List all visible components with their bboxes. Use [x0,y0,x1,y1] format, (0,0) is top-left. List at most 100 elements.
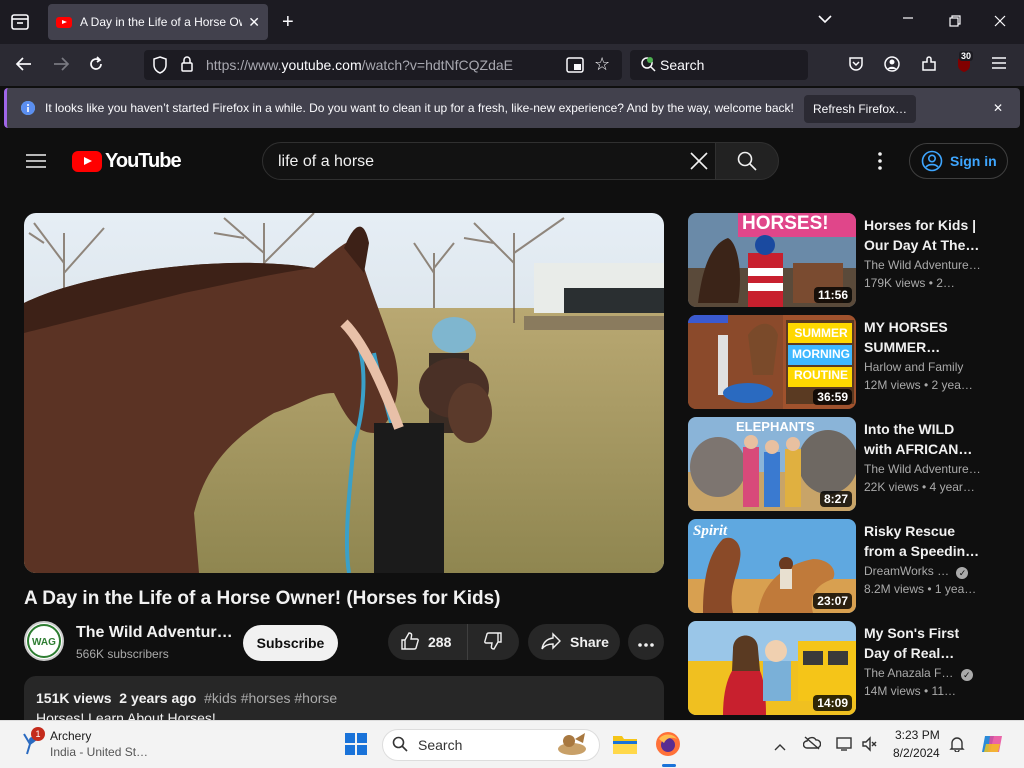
recommended-title[interactable]: Risky Rescue from a Speedin… [864,521,984,561]
share-icon [540,631,562,653]
video-duration: 11:56 [813,287,852,303]
restore-icon[interactable] [949,15,961,31]
hashtags[interactable]: #kids #horses #horse [204,690,337,706]
forward-icon[interactable] [52,56,70,76]
video-thumbnail[interactable]: ELEPHANTS 8:27 [688,417,856,511]
video-thumbnail[interactable]: SUMMER MORNING ROUTINE 36:59 [688,315,856,409]
new-tab-icon[interactable]: + [282,12,294,32]
close-window-icon[interactable] [994,15,1006,31]
upload-age: 2 years ago [119,690,197,706]
start-menu-icon[interactable] [344,732,368,760]
file-explorer-icon[interactable] [612,733,638,759]
view-count: 151K views [36,690,112,706]
firefox-view-icon[interactable] [11,14,29,34]
share-label: Share [570,634,609,650]
more-options-icon[interactable] [878,152,882,174]
network-icon[interactable] [836,736,852,756]
tracking-protection-icon[interactable] [152,56,168,78]
search-engine-icon [640,56,656,76]
url-text[interactable]: https://www.youtube.com/watch?v=hdtNfCQZ… [206,57,513,73]
sign-in-label: Sign in [950,153,997,169]
taskbar-search-placeholder: Search [418,737,463,753]
weather-widget-subtitle[interactable]: India - United St… [50,745,148,759]
channel-avatar[interactable]: WAG [24,621,64,661]
like-count: 288 [428,634,452,650]
recommended-channel[interactable]: The Wild Adventure… [864,258,981,272]
browser-search-box[interactable] [630,50,808,80]
video-thumbnail[interactable]: Spirit 23:07 [688,519,856,613]
weather-badge: 1 [31,727,45,741]
list-all-tabs-icon[interactable] [818,12,832,28]
recommended-video[interactable]: Spirit 23:07 Risky Rescue from a Speedin… [688,519,1024,615]
thumbnail-overlay-text: Spirit [693,523,728,539]
recommended-title[interactable]: Into the WILD with AFRICAN… [864,419,984,459]
volume-muted-icon[interactable] [861,736,877,756]
subscriber-count: 566K subscribers [76,647,169,661]
guide-menu-icon[interactable] [26,154,46,172]
pocket-icon[interactable] [848,56,864,76]
firefox-taskbar-icon[interactable] [655,731,681,761]
recommended-meta: 14M views • 11… [864,684,957,698]
onedrive-icon[interactable] [802,736,822,754]
recommended-channel[interactable]: The Anazala F… ✓ [864,666,973,681]
recommended-video[interactable]: HORSES! 11:56 Horses for Kids | Our Day … [688,213,1024,309]
search-icon[interactable] [737,151,757,175]
svg-text:WAG: WAG [32,637,56,648]
like-button[interactable]: 288 [388,624,468,660]
taskbar-search-icon [392,736,408,756]
video-thumbnail[interactable]: 14:09 [688,621,856,715]
extension-badge: 30 [959,51,974,61]
recommended-channel[interactable]: The Wild Adventure… [864,462,981,476]
clear-search-icon[interactable] [689,151,709,175]
tab-title: A Day in the Life of a Horse Ow [80,15,243,29]
recommended-title[interactable]: My Son's First Day of Real… [864,623,984,663]
refresh-firefox-button[interactable]: Refresh Firefox… [804,95,916,123]
minimize-icon[interactable] [902,12,914,28]
back-icon[interactable] [15,56,33,76]
video-duration: 36:59 [813,389,852,405]
account-icon[interactable] [884,56,900,76]
youtube-logo-text: YouTube [105,150,182,172]
recommended-title[interactable]: MY HORSES SUMMER… [864,317,984,357]
active-app-indicator [662,764,676,767]
verified-icon: ✓ [960,669,973,681]
notifications-bell-icon[interactable] [949,736,965,756]
active-tab[interactable]: A Day in the Life of a Horse Ow ✕ [48,4,268,40]
video-duration: 23:07 [813,593,852,609]
recommended-title[interactable]: Horses for Kids | Our Day At The… [864,215,984,255]
thumbnail-overlay-text: ELEPHANTS [736,419,815,434]
lock-icon[interactable] [180,56,194,76]
copilot-icon[interactable] [980,732,1004,760]
youtube-logo[interactable]: YouTube [72,150,182,173]
dislike-button[interactable] [468,624,518,660]
video-player[interactable] [24,213,664,573]
like-dislike-group: 288 [388,624,519,660]
bookmark-star-icon[interactable]: ☆ [594,55,610,73]
reload-icon[interactable] [88,56,104,76]
recommended-video[interactable]: ELEPHANTS 8:27 Into the WILD with AFRICA… [688,417,1024,513]
weather-widget-title[interactable]: Archery [50,729,91,743]
account-circle-icon [921,150,943,176]
recommended-channel[interactable]: Harlow and Family [864,360,963,374]
search-highlight-icon [555,731,589,761]
recommended-meta: 12M views • 2 yea… [864,378,973,392]
thumbnail-overlay-text: HORSES! [742,213,829,234]
share-button[interactable]: Share [528,624,620,660]
thumbnail-overlay-text: SUMMER MORNING ROUTINE [792,326,850,382]
youtube-search-value[interactable]: life of a horse [278,153,374,171]
subscribe-button[interactable]: Subscribe [243,625,338,661]
clock-time[interactable]: 3:23 PM [895,728,940,742]
channel-name[interactable]: The Wild Adventur… [76,624,233,642]
recommended-channel[interactable]: DreamWorks … ✓ [864,564,969,579]
clock-date[interactable]: 8/2/2024 [893,746,940,760]
notification-close-icon[interactable]: ✕ [993,102,1003,114]
picture-in-picture-icon[interactable] [566,57,584,77]
extensions-icon[interactable] [920,55,938,77]
show-hidden-icons-icon[interactable] [774,739,786,755]
recommended-video[interactable]: SUMMER MORNING ROUTINE 36:59 MY HORSES S… [688,315,1024,411]
more-actions-button[interactable] [628,624,664,660]
tab-close-icon[interactable]: ✕ [248,14,260,31]
app-menu-icon[interactable] [992,57,1006,73]
video-thumbnail[interactable]: HORSES! 11:56 [688,213,856,307]
recommended-video[interactable]: 14:09 My Son's First Day of Real… The An… [688,621,1024,717]
